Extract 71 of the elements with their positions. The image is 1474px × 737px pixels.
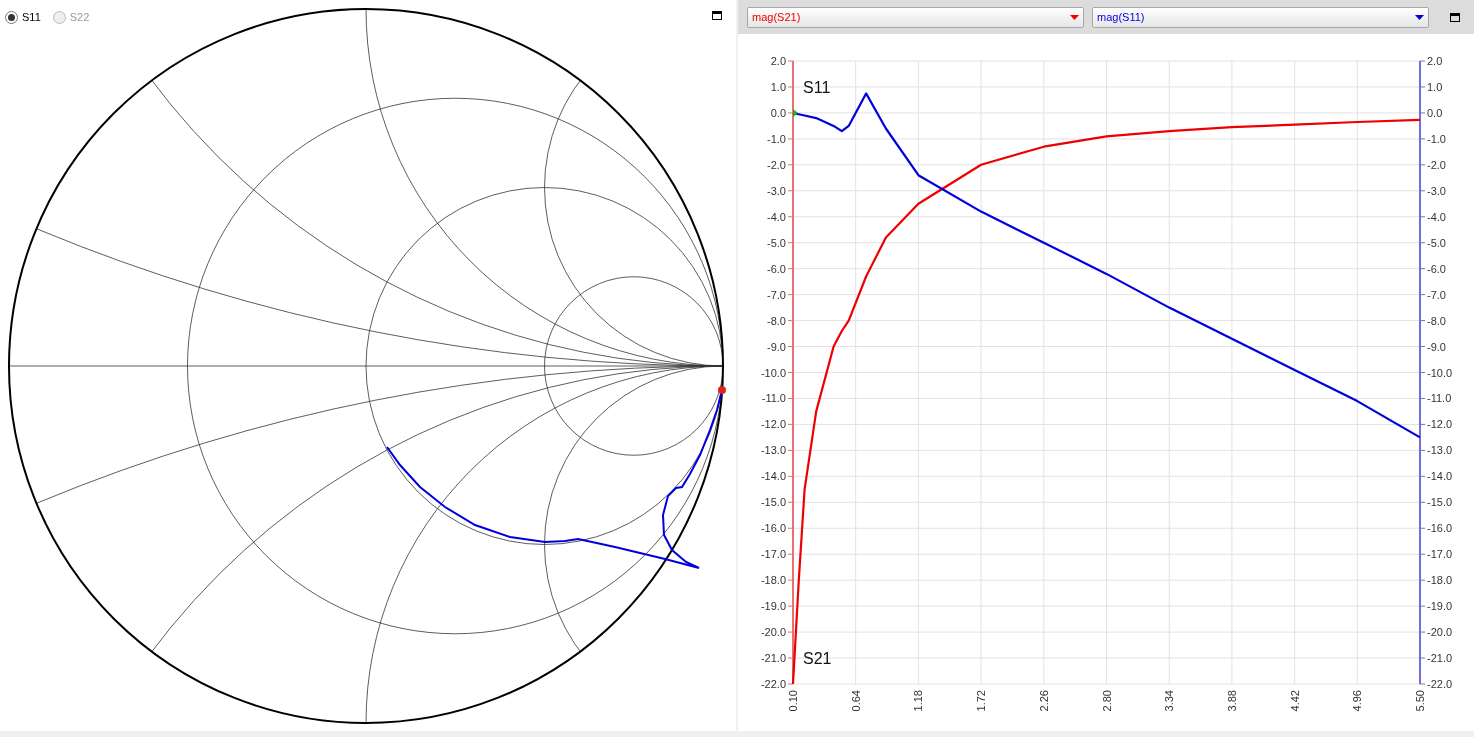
axis-tick-label: 4.42 xyxy=(1288,690,1301,712)
axis-tick-label: -5.0 xyxy=(767,236,786,249)
axis-tick-label: -10.0 xyxy=(1427,366,1453,379)
axis-tick-label: -10.0 xyxy=(760,366,786,379)
axis-tick-label: 5.50 xyxy=(1414,690,1426,712)
series-label: S11 xyxy=(803,78,831,96)
caret-icon xyxy=(1415,14,1424,20)
axis-tick-label: -17.0 xyxy=(1427,548,1453,561)
axis-tick-label: -12.0 xyxy=(1427,418,1453,431)
axis-tick-label: -3.0 xyxy=(1427,184,1446,197)
axis-tick-label: -20.0 xyxy=(760,626,786,639)
axis-tick-label: -15.0 xyxy=(1427,496,1453,509)
series-dropdown[interactable]: mag(S11) xyxy=(1092,6,1429,28)
axis-tick-label: -6.0 xyxy=(767,262,786,275)
axis-tick-label: -2.0 xyxy=(767,158,786,171)
maximize-icon[interactable] xyxy=(712,11,722,20)
axis-tick-label: 1.72 xyxy=(975,690,988,712)
axis-tick-label: 3.34 xyxy=(1163,690,1176,712)
series-label: S21 xyxy=(803,650,832,668)
axis-tick-label: -18.0 xyxy=(1427,574,1453,587)
axis-tick-label: -5.0 xyxy=(1427,236,1446,249)
axis-tick-label: -1.0 xyxy=(767,132,786,145)
axis-tick-label: -21.0 xyxy=(1427,652,1453,665)
axis-tick-label: -7.0 xyxy=(767,288,786,301)
axis-tick-label: -8.0 xyxy=(767,314,786,327)
axis-tick-label: 1.0 xyxy=(770,80,786,93)
axis-tick-label: -2.0 xyxy=(1427,158,1446,171)
axis-tick-label: -3.0 xyxy=(767,184,786,197)
axis-tick-label: -16.0 xyxy=(1427,522,1453,535)
axis-tick-label: 0.10 xyxy=(787,690,799,712)
axis-tick-label: -7.0 xyxy=(1427,288,1446,301)
axis-tick-label: -14.0 xyxy=(760,470,786,483)
axis-tick-label: -20.0 xyxy=(1427,626,1453,639)
axis-tick-label: -18.0 xyxy=(760,574,786,587)
port-radio[interactable]: S11 xyxy=(5,9,41,26)
axis-tick-label: -19.0 xyxy=(760,600,786,613)
axis-tick-label: -9.0 xyxy=(1427,340,1446,353)
axis-tick-label: -1.0 xyxy=(1427,132,1446,145)
caret-icon xyxy=(1070,14,1079,20)
axis-tick-label: 2.80 xyxy=(1100,690,1113,712)
axis-tick-label: -16.0 xyxy=(760,522,786,535)
axis-tick-label: 1.0 xyxy=(1427,80,1443,93)
axis-tick-label: 2.26 xyxy=(1037,690,1050,712)
axis-tick-label: -13.0 xyxy=(1427,444,1453,457)
axis-tick-label: 0.0 xyxy=(1427,106,1443,119)
axis-tick-label: 0.0 xyxy=(770,106,786,119)
series-dropdown[interactable]: mag(S21) xyxy=(747,6,1084,28)
axis-tick-label: 2.0 xyxy=(1427,55,1443,67)
axis-tick-label: -21.0 xyxy=(760,652,786,665)
axis-tick-label: -19.0 xyxy=(1427,600,1453,613)
axis-tick-label: -17.0 xyxy=(760,548,786,561)
axis-tick-label: -11.0 xyxy=(1427,392,1452,405)
axis-tick-label: 3.88 xyxy=(1225,690,1238,712)
axis-tick-label: -9.0 xyxy=(767,340,786,353)
axis-tick-label: -14.0 xyxy=(1427,470,1453,483)
axis-tick-label: 0.64 xyxy=(849,690,862,712)
maximize-icon[interactable] xyxy=(1450,12,1460,22)
axis-tick-label: -13.0 xyxy=(760,444,786,457)
axis-tick-label: -6.0 xyxy=(1427,262,1446,275)
axis-tick-label: -22.0 xyxy=(1427,678,1453,690)
axis-tick-label: -11.0 xyxy=(761,392,786,405)
axis-tick-label: -12.0 xyxy=(760,418,786,431)
marker-icon xyxy=(793,108,798,117)
axis-tick-label: 2.0 xyxy=(770,55,786,67)
axis-tick-label: -4.0 xyxy=(1427,210,1446,223)
axis-tick-label: 4.96 xyxy=(1351,690,1364,712)
axis-tick-label: 1.18 xyxy=(912,690,925,712)
axis-tick-label: -8.0 xyxy=(1427,314,1446,327)
axis-tick-label: -15.0 xyxy=(760,496,786,509)
axis-tick-label: -4.0 xyxy=(767,210,786,223)
axis-tick-label: -22.0 xyxy=(760,678,786,690)
